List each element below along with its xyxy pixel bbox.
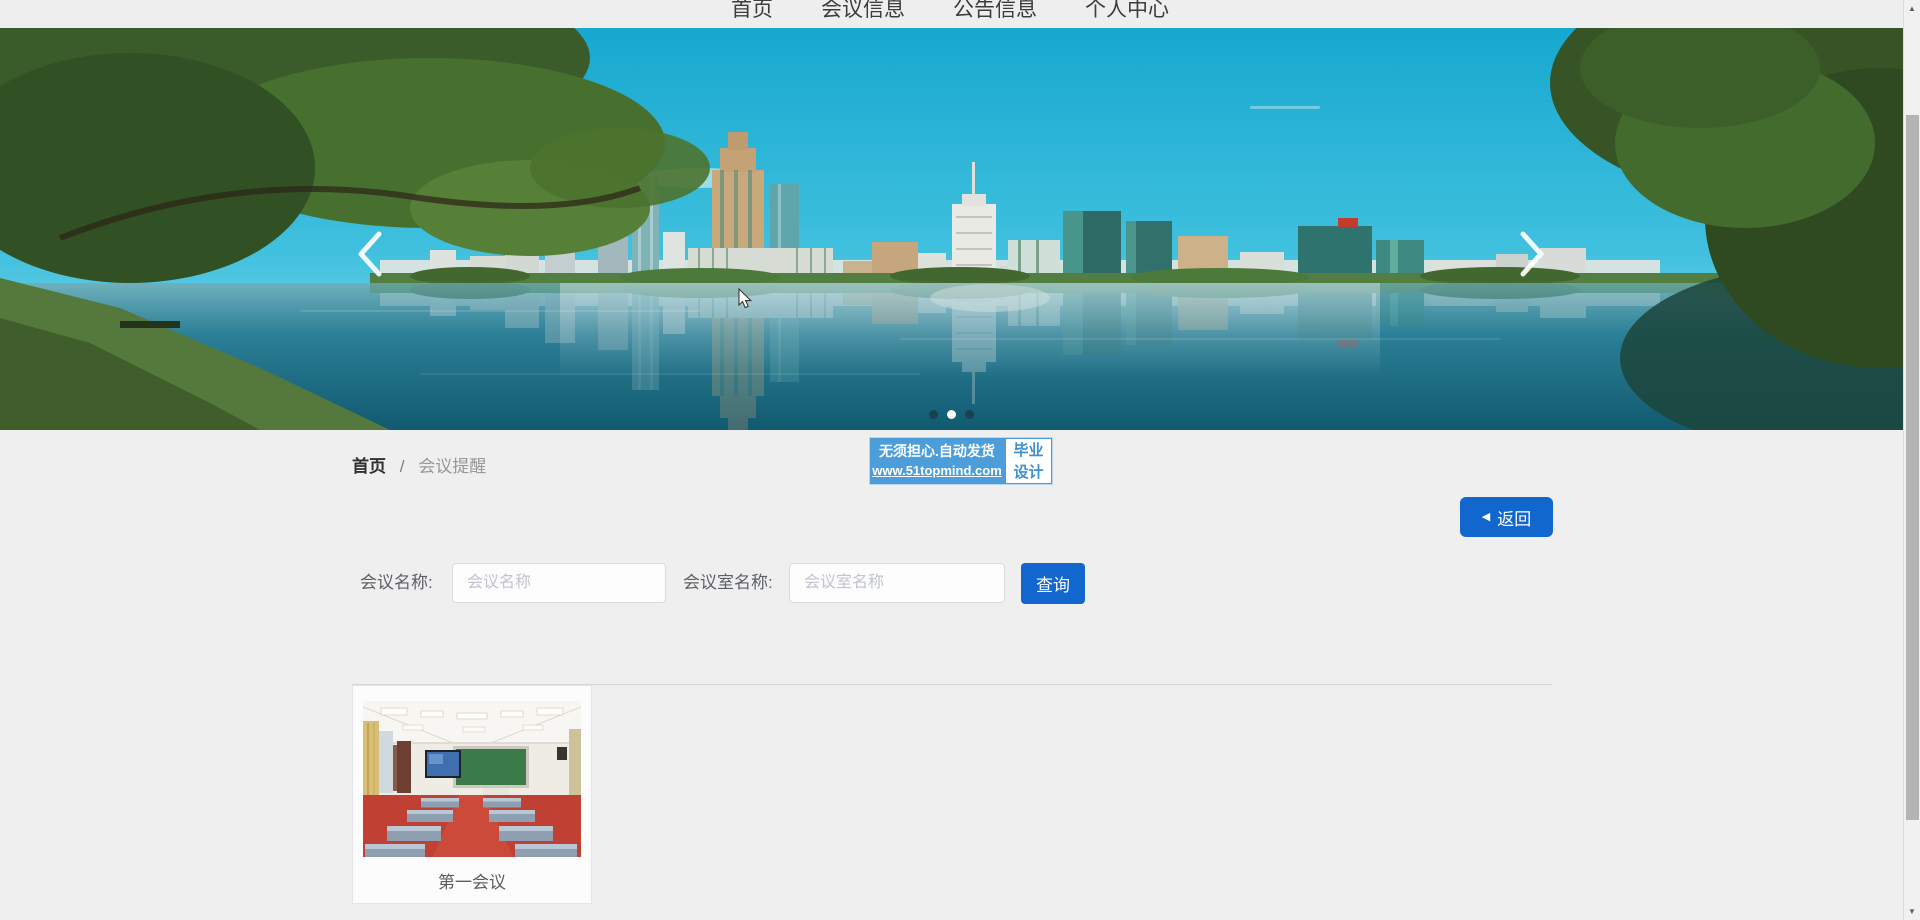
carousel-prev-button[interactable] (344, 200, 396, 310)
page-scrollbar[interactable]: ▲ ▼ (1903, 0, 1920, 920)
meeting-room-label: 会议室名称: (683, 563, 773, 603)
back-arrow-icon: ◀ (1482, 512, 1490, 523)
chevron-left-icon (353, 226, 387, 282)
watermark-url: www.51topmind.com (870, 461, 1004, 481)
watermark-badge-line1: 毕业 (1006, 440, 1051, 462)
meeting-room-photo (363, 701, 581, 857)
scrollbar-down-icon[interactable]: ▼ (1904, 903, 1920, 920)
nav-item-home[interactable]: 首页 (731, 0, 773, 23)
breadcrumb-separator: / (400, 457, 405, 476)
nav-item-meetings[interactable]: 会议信息 (821, 0, 905, 23)
meeting-room-input[interactable] (789, 563, 1005, 603)
nav-item-profile[interactable]: 个人中心 (1085, 0, 1169, 23)
meeting-card[interactable]: 第一会议 (352, 685, 592, 904)
breadcrumb: 首页 / 会议提醒 (352, 452, 486, 477)
breadcrumb-current: 会议提醒 (418, 457, 486, 476)
meeting-name-input[interactable] (452, 563, 666, 603)
meeting-card-title: 第一会议 (353, 868, 591, 893)
watermark-badge-line2: 设计 (1006, 462, 1051, 484)
banner-image (0, 28, 1903, 430)
carousel-dot-active[interactable] (947, 410, 956, 419)
top-navbar: 首页 会议信息 公告信息 个人中心 (0, 0, 1903, 28)
app-root: 首页 会议信息 公告信息 个人中心 (0, 0, 1920, 920)
back-button-label: 返回 (1497, 505, 1531, 530)
carousel-dot[interactable] (929, 410, 938, 419)
banner-carousel (0, 28, 1903, 430)
breadcrumb-home-link[interactable]: 首页 (352, 457, 386, 476)
watermark-badge: 毕业 设计 (1006, 439, 1051, 483)
watermark-line1: 无须担心.自动发货 (870, 441, 1004, 461)
carousel-dot[interactable] (965, 410, 974, 419)
carousel-dots (0, 410, 1903, 419)
scrollbar-up-icon[interactable]: ▲ (1904, 0, 1920, 17)
chevron-right-icon (1515, 226, 1549, 282)
carousel-next-button[interactable] (1506, 200, 1558, 310)
watermark-text: 无须担心.自动发货 www.51topmind.com (870, 438, 1004, 484)
nav-item-announcements[interactable]: 公告信息 (953, 0, 1037, 23)
back-button[interactable]: ◀ 返回 (1460, 497, 1553, 537)
nav-menu: 首页 会议信息 公告信息 个人中心 (731, 0, 1169, 23)
watermark-ad[interactable]: 无须担心.自动发货 www.51topmind.com 毕业 设计 (869, 437, 1053, 485)
meeting-name-label: 会议名称: (360, 563, 433, 603)
query-button[interactable]: 查询 (1021, 563, 1085, 604)
scrollbar-thumb[interactable] (1906, 115, 1919, 820)
